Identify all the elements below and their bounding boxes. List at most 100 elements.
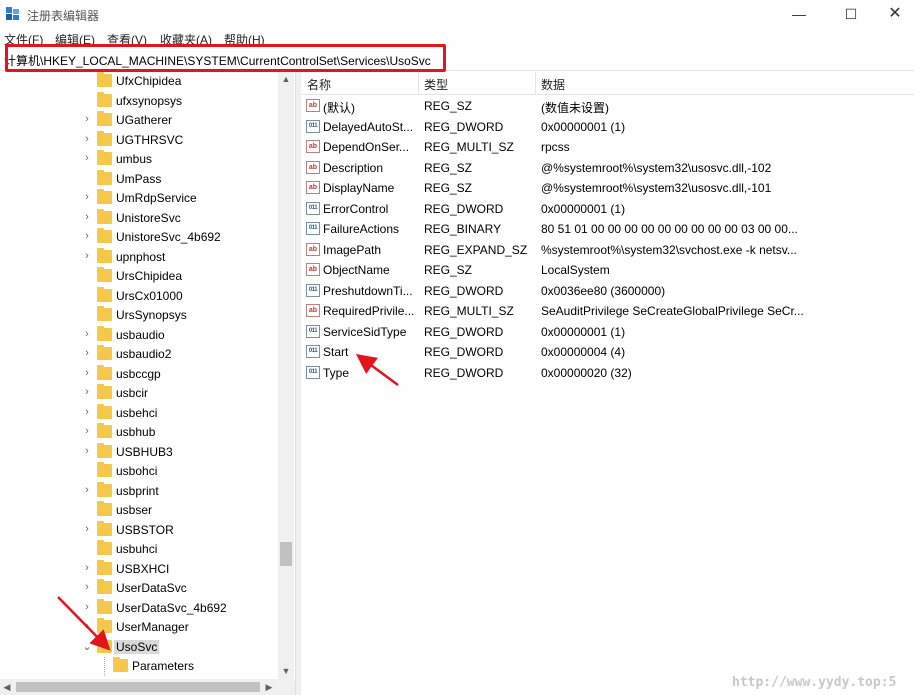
folder-icon [97,598,112,614]
chevron-right-icon[interactable]: › [82,152,92,164]
tree-item[interactable]: UrsChipidea [0,267,280,286]
tree-item[interactable]: › umbus [0,150,280,169]
value-name: ImagePath [323,242,382,257]
tree-item[interactable]: › usbaudio [0,325,280,345]
tree-item[interactable]: ⌄ UsoSvc [0,637,280,657]
value-row[interactable]: ab (默认) REG_SZ (数值未设置) [301,96,914,116]
folder-icon [97,247,112,263]
chevron-right-icon[interactable]: › [82,406,92,418]
maximize-button[interactable]: ☐ [828,0,874,28]
chevron-right-icon[interactable]: › [82,211,92,223]
tree-item[interactable]: UrsSynopsys [0,306,280,325]
tree-item[interactable]: › usbhub [0,423,280,442]
tree-item-label: ufxsynopsys [116,93,183,108]
chevron-right-icon[interactable]: › [82,191,92,203]
value-row[interactable]: 011 PreshutdownTi... REG_DWORD 0x0036ee80 (… [301,281,914,301]
value-row[interactable]: 011 ServiceSidType REG_DWORD 0x00000001 (1) [301,322,914,342]
chevron-right-icon[interactable]: › [82,113,92,125]
tree-item[interactable]: › UnistoreSvc [0,208,280,228]
chevron-right-icon[interactable]: › [82,425,92,437]
value-row[interactable]: ab DependOnSer... REG_MULTI_SZ rpcss [301,137,914,157]
tree-item[interactable]: UmPass [0,169,280,189]
scroll-left-icon[interactable]: ◀ [0,679,14,695]
tree-item[interactable]: › upnphost [0,247,280,267]
folder-icon [97,189,112,204]
tree-item[interactable]: › usbprint [0,481,280,501]
ab-string-icon: ab [306,160,320,174]
value-row[interactable]: ab Description REG_SZ @%systemroot%\system3… [301,158,914,178]
tree-item[interactable]: UfxChipidea [0,72,280,91]
tree-item[interactable]: › UnistoreSvc_4b692 [0,228,280,247]
value-row[interactable]: ab DisplayName REG_SZ @%systemroot%\system3… [301,178,914,198]
value-name: PreshutdownTi... [323,283,413,298]
scroll-right-icon[interactable]: ▶ [262,679,276,695]
tree-item[interactable]: › USBHUB3 [0,442,280,462]
chevron-right-icon[interactable]: › [82,347,92,359]
tree-item[interactable]: › usbccgp [0,364,280,384]
tree-item[interactable]: › UserDataSvc_4b692 [0,598,280,618]
column-divider[interactable] [418,72,419,94]
chevron-right-icon[interactable]: › [82,620,92,632]
scroll-down-icon[interactable]: ▼ [278,664,294,678]
chevron-right-icon[interactable]: › [82,386,92,398]
tree-item[interactable]: usbohci [0,462,280,481]
close-button[interactable]: ✕ [872,0,914,28]
value-row[interactable]: ab ImagePath REG_EXPAND_SZ %systemroot%\sys… [301,240,914,260]
tree-item[interactable]: › UGTHRSVC [0,130,280,150]
tree-vertical-scrollbar[interactable] [278,72,294,679]
value-row[interactable]: ab RequiredPrivile... REG_MULTI_SZ SeAuditP… [301,301,914,321]
value-row[interactable]: 011 DelayedAutoSt... REG_DWORD 0x00000001 (… [301,117,914,137]
folder-icon [97,423,112,438]
value-data: rpcss [541,140,570,154]
value-row[interactable]: 011 Start REG_DWORD 0x00000004 (4) [301,342,914,362]
tree-item[interactable]: › UserManager [0,618,280,637]
chevron-right-icon[interactable]: › [82,250,92,262]
value-type: REG_MULTI_SZ [424,140,514,154]
chevron-right-icon[interactable]: › [82,328,92,340]
column-header-name[interactable]: 名称 [307,76,331,93]
tree-item-label: usbser [116,503,153,517]
folder-icon [97,130,112,146]
value-row[interactable]: 011 Type REG_DWORD 0x00000020 (32) [301,363,914,383]
minimize-button[interactable]: — [776,0,822,28]
chevron-right-icon[interactable]: › [82,484,92,496]
value-row[interactable]: ab ObjectName REG_SZ LocalSystem [301,260,914,280]
column-header-data[interactable]: 数据 [541,76,565,93]
tree-hscroll-thumb[interactable] [16,682,260,692]
tree-item[interactable]: › usbaudio2 [0,345,280,364]
tree-item[interactable]: › UmRdpService [0,189,280,208]
chevron-right-icon[interactable]: › [82,445,92,457]
tree-item[interactable]: Parameters [0,657,280,676]
chevron-down-icon[interactable]: ⌄ [82,640,92,653]
tree-item[interactable]: › usbehci [0,403,280,423]
chevron-right-icon[interactable]: › [82,133,92,145]
scroll-up-icon[interactable]: ▲ [278,72,294,86]
column-divider[interactable] [535,72,536,94]
ab-string-icon: ab [306,99,320,112]
regedit-app-icon [6,7,19,20]
chevron-right-icon[interactable]: › [82,367,92,379]
tree-item[interactable]: › USBXHCI [0,559,280,579]
chevron-right-icon[interactable]: › [82,230,92,242]
folder-icon [97,169,112,185]
chevron-right-icon[interactable]: › [82,562,92,574]
tree-item-label: UserManager [116,620,189,634]
column-header-type[interactable]: 类型 [424,76,448,93]
tree-scroll-thumb[interactable] [280,542,292,566]
tree-item[interactable]: › USBSTOR [0,520,280,540]
tree-item[interactable]: › UGatherer [0,111,280,130]
tree-item[interactable]: ufxsynopsys [0,91,280,111]
tree-item[interactable]: usbser [0,501,280,520]
chevron-right-icon[interactable]: › [82,523,92,535]
value-row[interactable]: 011 FailureActions REG_BINARY 80 51 01 00 0… [301,219,914,239]
tree-item[interactable]: UrsCx01000 [0,286,280,306]
chevron-right-icon[interactable]: › [82,601,92,613]
value-type: REG_DWORD [424,345,504,359]
tree-item[interactable]: usbuhci [0,540,280,559]
tree-item[interactable]: › UserDataSvc [0,579,280,598]
tree-item-label: UfxChipidea [116,74,182,88]
value-row[interactable]: 011 ErrorControl REG_DWORD 0x00000001 (1) [301,199,914,219]
chevron-right-icon[interactable]: › [82,581,92,593]
tree-item[interactable]: › usbcir [0,384,280,403]
key-tree[interactable]: UfxChipidea ufxsynopsys › UGatherer › UGTHRSV… [0,72,295,679]
